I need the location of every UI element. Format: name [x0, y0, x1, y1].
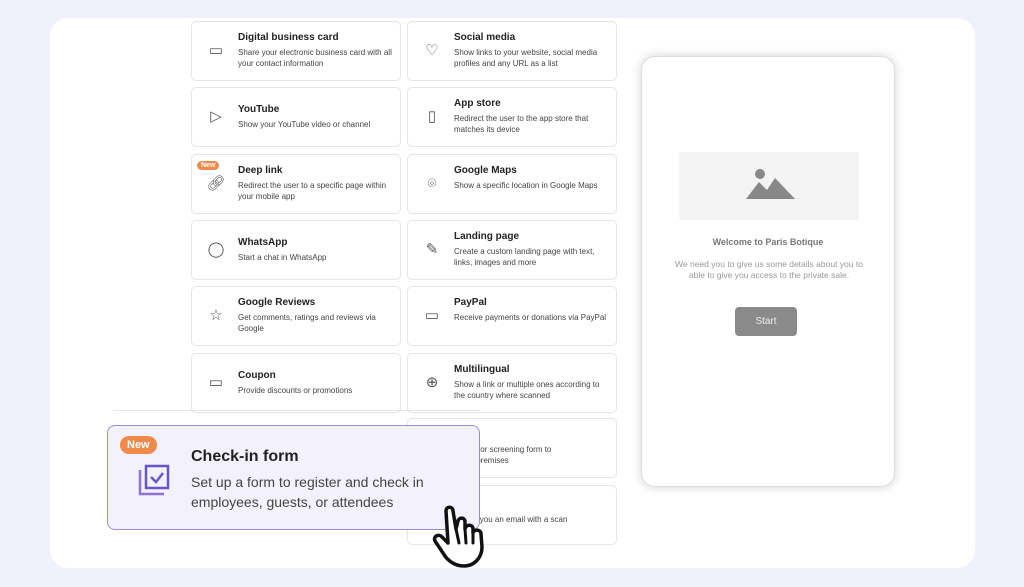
card-youtube[interactable]: ▷ YouTube Show your YouTube video or chann…: [191, 87, 401, 148]
card-desc: Show a link or multiple ones according t…: [454, 379, 600, 400]
link-icon: 🔗︎: [206, 174, 226, 192]
image-placeholder-icon: [679, 152, 859, 220]
card-title: App store: [454, 98, 501, 110]
card-desc: Share your electronic business card with…: [238, 48, 392, 68]
review-star-icon: ☆: [209, 307, 223, 325]
phone-download-icon: ▯: [427, 108, 437, 126]
start-button[interactable]: Start: [735, 307, 797, 336]
credit-card-icon: ▭: [424, 307, 440, 325]
card-app-store[interactable]: ▯ App store Redirect the user to the app s…: [407, 87, 617, 148]
card-desc: Redirect the user to the app store that …: [454, 114, 589, 135]
welcome-desc: We need you to give us some details abou…: [675, 259, 863, 280]
hand-cursor-icon: [432, 505, 484, 568]
card-title: Check-in form: [191, 448, 299, 465]
card-title: Coupon: [238, 369, 276, 381]
card-desc: Provide discounts or promotions: [238, 385, 353, 395]
card-desc: Get comments, ratings and reviews via Go…: [238, 313, 376, 334]
card-coupon[interactable]: ▭ Coupon Provide discounts or promotions: [191, 352, 401, 413]
card-desc: Show links to your website, social media…: [454, 48, 598, 68]
card-social-media[interactable]: ♡ Social media Show links to your website,…: [407, 21, 617, 81]
checklist-icon: [138, 464, 170, 496]
card-title: Google Maps: [454, 164, 517, 176]
whatsapp-icon: ◯: [207, 240, 225, 258]
card-desc: Redirect the user to a specific page wit…: [238, 180, 387, 201]
edit-icon: ✎: [425, 240, 439, 258]
card-title: Google Reviews: [238, 297, 316, 309]
card-title: YouTube: [238, 104, 280, 116]
card-title: Social media: [454, 32, 516, 43]
card-desc: Create a custom landing page with text, …: [454, 246, 595, 267]
play-icon: ▷: [210, 108, 222, 126]
map-pin-icon: ⌾: [427, 174, 437, 192]
card-whatsapp[interactable]: ◯ WhatsApp Start a chat in WhatsApp: [191, 219, 401, 280]
card-deep-link[interactable]: New 🔗︎ Deep link Redirect the user to a spe…: [191, 153, 401, 214]
card-landing-page[interactable]: ✎ Landing page Create a custom landing pag…: [407, 219, 617, 280]
card-google-reviews[interactable]: ☆ Google Reviews Get comments, ratings and…: [191, 286, 401, 347]
id-card-icon: ▭: [208, 42, 224, 59]
new-badge: New: [197, 160, 220, 170]
card-desc: Show a specific location in Google Maps: [454, 180, 598, 190]
card-desc: Show your YouTube video or channel: [238, 120, 371, 130]
card-desc: Start a chat in WhatsApp: [238, 252, 327, 262]
welcome-title: Welcome to Paris Botique: [712, 237, 824, 247]
new-badge: New: [120, 436, 157, 454]
card-title: Multilingual: [454, 363, 510, 375]
card-desc: Set up a form to register and check in e…: [191, 474, 424, 510]
card-desc: Receive payments or donations via PayPal: [454, 313, 607, 323]
ticket-icon: ▭: [208, 373, 224, 391]
card-paypal[interactable]: ▭ PayPal Receive payments or donations via…: [407, 286, 617, 347]
card-check-in-form[interactable]: New Check-in form Set up a form to regis…: [107, 425, 480, 530]
phone-preview: Welcome to Paris Botique We need you to …: [641, 56, 895, 487]
card-title: Digital business card: [238, 32, 339, 43]
card-multilingual[interactable]: ⊕ Multilingual Show a link or multiple one…: [407, 352, 617, 413]
divider: [113, 410, 480, 411]
card-title: Deep link: [238, 164, 283, 176]
heart-icon: ♡: [425, 42, 439, 59]
card-google-maps[interactable]: ⌾ Google Maps Show a specific location in …: [407, 153, 617, 214]
card-title: WhatsApp: [238, 236, 288, 248]
card-digital-business-card[interactable]: ▭ Digital business card Share your electro…: [191, 21, 401, 81]
card-title: PayPal: [454, 297, 487, 309]
globe-icon: ⊕: [425, 373, 439, 391]
card-title: Landing page: [454, 230, 519, 242]
